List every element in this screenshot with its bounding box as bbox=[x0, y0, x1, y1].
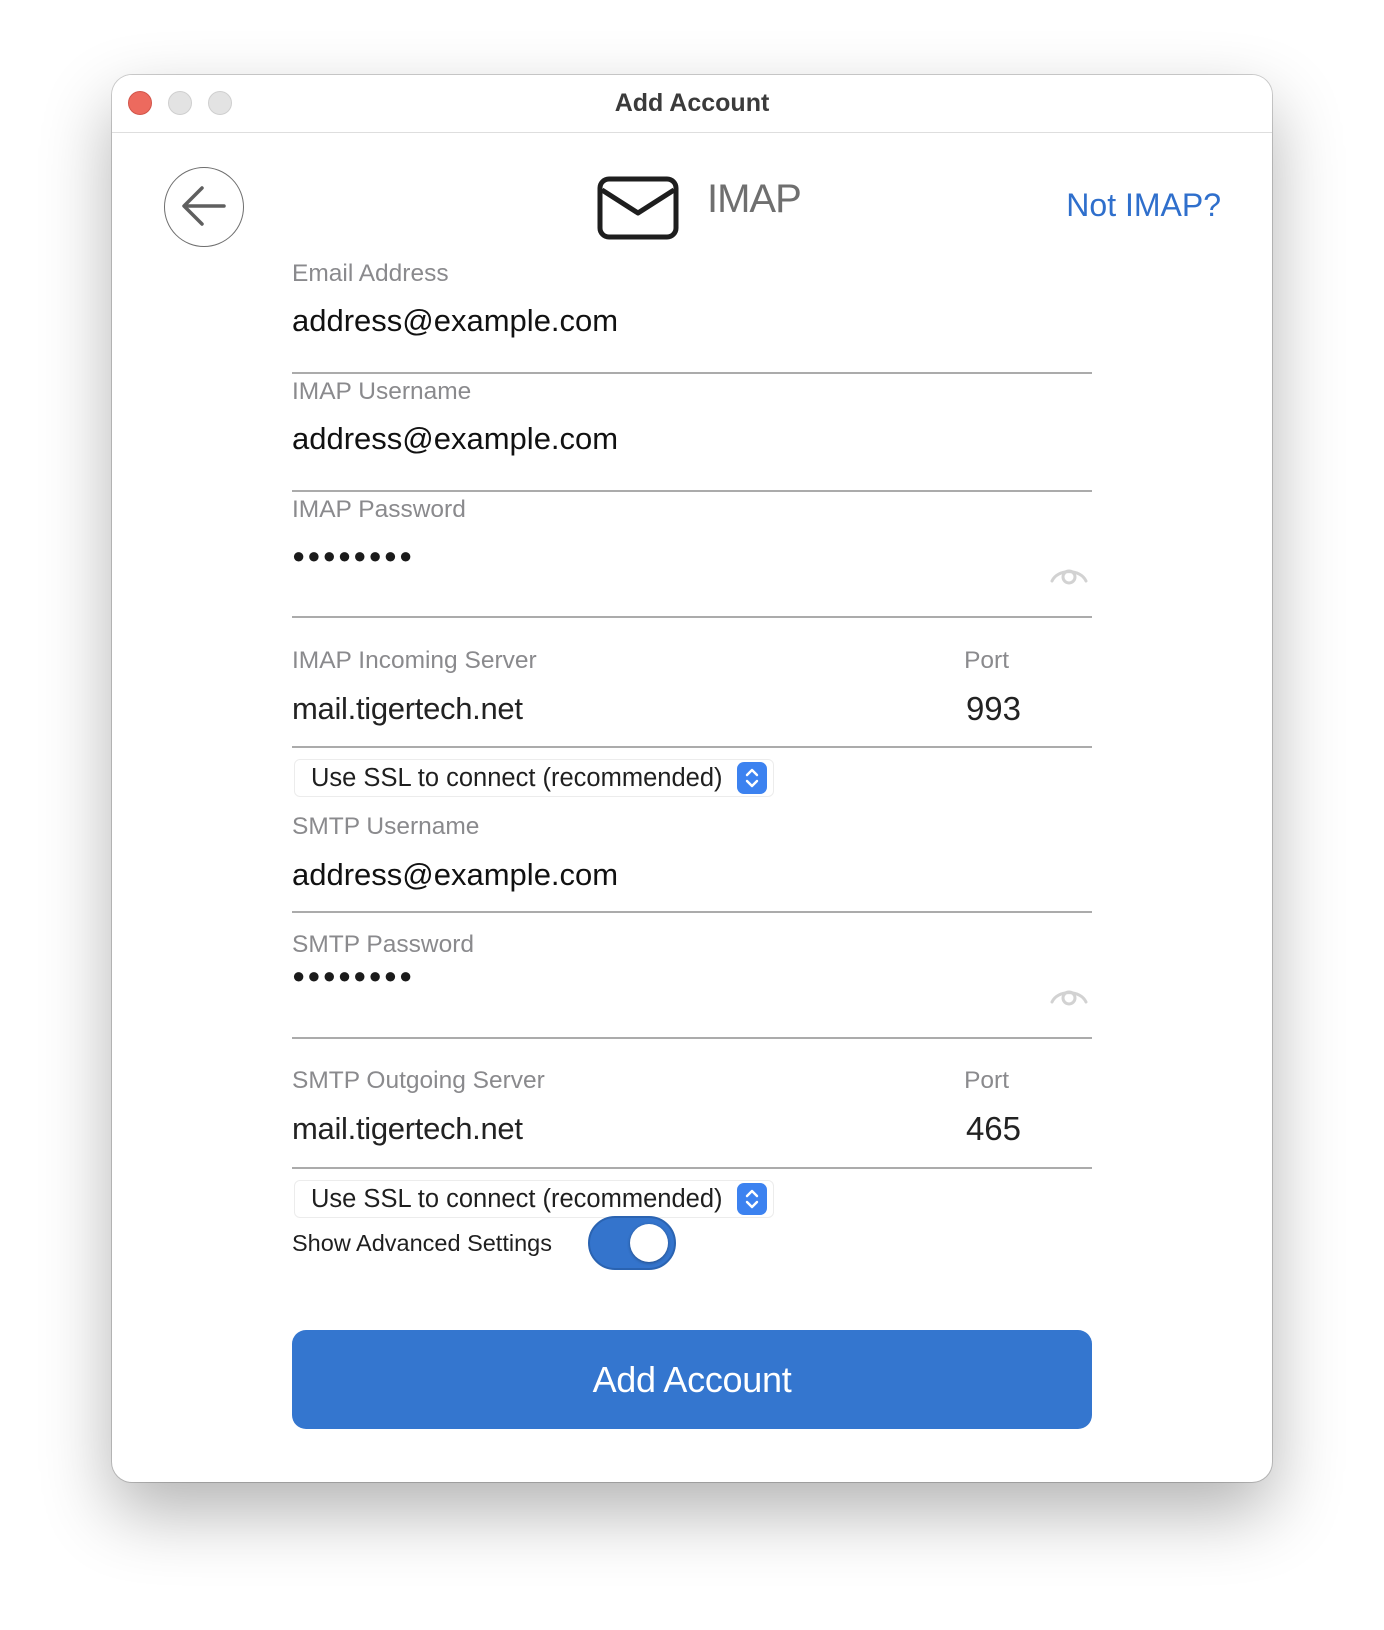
imap-server-field[interactable]: mail.tigertech.net bbox=[292, 691, 523, 727]
imap-port-field[interactable]: 993 bbox=[966, 690, 1021, 728]
imap-password-field[interactable]: ●●●●●●●● bbox=[292, 543, 414, 569]
smtp-port-label: Port bbox=[964, 1067, 1009, 1094]
email-address-field[interactable]: address@example.com bbox=[292, 303, 618, 339]
imap-ssl-selected: Use SSL to connect (recommended) bbox=[311, 763, 723, 792]
divider bbox=[292, 372, 1092, 374]
imap-port-label: Port bbox=[964, 647, 1009, 674]
imap-username-field[interactable]: address@example.com bbox=[292, 421, 618, 457]
divider bbox=[292, 616, 1092, 618]
divider bbox=[292, 911, 1092, 913]
divider bbox=[292, 490, 1092, 492]
show-advanced-settings-toggle[interactable] bbox=[588, 1216, 676, 1270]
arrow-left-icon bbox=[182, 186, 226, 226]
window-title: Add Account bbox=[614, 89, 770, 117]
smtp-username-label: SMTP Username bbox=[292, 813, 480, 840]
smtp-server-field[interactable]: mail.tigertech.net bbox=[292, 1111, 523, 1147]
up-down-chevron-icon bbox=[736, 762, 767, 794]
smtp-server-label: SMTP Outgoing Server bbox=[292, 1067, 545, 1094]
imap-username-label: IMAP Username bbox=[292, 378, 472, 405]
add-account-window: Add Account IMAP Not IMAP? Email Address… bbox=[112, 75, 1272, 1482]
title-bar: Add Account bbox=[112, 75, 1272, 133]
imap-password-label: IMAP Password bbox=[292, 496, 466, 523]
show-advanced-settings-label: Show Advanced Settings bbox=[292, 1230, 552, 1256]
divider bbox=[292, 1167, 1092, 1169]
email-address-label: Email Address bbox=[292, 260, 449, 287]
up-down-chevron-icon bbox=[736, 1183, 767, 1215]
add-account-button[interactable]: Add Account bbox=[292, 1330, 1092, 1429]
not-imap-link[interactable]: Not IMAP? bbox=[1066, 187, 1221, 224]
imap-server-label: IMAP Incoming Server bbox=[292, 647, 537, 674]
imap-ssl-select[interactable]: Use SSL to connect (recommended) bbox=[294, 759, 774, 797]
smtp-ssl-select[interactable]: Use SSL to connect (recommended) bbox=[294, 1180, 774, 1218]
eye-icon[interactable] bbox=[1048, 561, 1090, 590]
service-name: IMAP bbox=[707, 177, 802, 221]
back-button[interactable] bbox=[164, 167, 244, 247]
envelope-icon bbox=[597, 176, 679, 245]
smtp-password-label: SMTP Password bbox=[292, 931, 474, 958]
smtp-username-field[interactable]: address@example.com bbox=[292, 857, 618, 893]
toggle-knob bbox=[630, 1224, 668, 1262]
divider bbox=[292, 1037, 1092, 1039]
divider bbox=[292, 746, 1092, 748]
eye-icon[interactable] bbox=[1048, 982, 1090, 1011]
smtp-ssl-selected: Use SSL to connect (recommended) bbox=[311, 1184, 723, 1213]
smtp-port-field[interactable]: 465 bbox=[966, 1110, 1021, 1148]
smtp-password-field[interactable]: ●●●●●●●● bbox=[292, 963, 414, 989]
